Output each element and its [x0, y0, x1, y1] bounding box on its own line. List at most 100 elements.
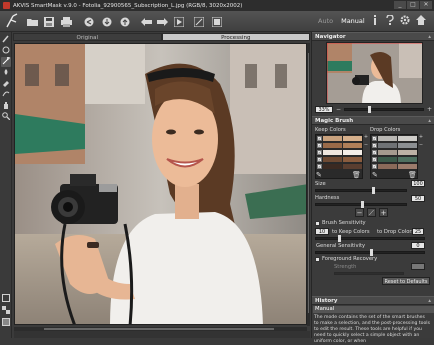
remove-color-icon[interactable]: −: [363, 142, 369, 148]
help-icon[interactable]: [384, 14, 396, 28]
mask-view-icon[interactable]: [1, 318, 11, 328]
size-slider[interactable]: [315, 187, 407, 194]
minimize-button[interactable]: _: [394, 1, 406, 9]
brush-shape-icon[interactable]: ⟋: [367, 208, 376, 217]
color-swatch[interactable]: [323, 150, 342, 155]
color-swatch[interactable]: [323, 143, 342, 148]
sensitivity-slider-knob[interactable]: [337, 235, 341, 242]
auto-mode-button[interactable]: Auto: [318, 17, 333, 25]
color-row-checkbox[interactable]: ✓: [372, 164, 377, 169]
manual-mode-button[interactable]: Manual: [341, 17, 365, 25]
home-icon[interactable]: [415, 15, 427, 28]
close-button[interactable]: ✕: [420, 1, 432, 9]
hardness-slider[interactable]: [315, 201, 407, 208]
size-slider-knob[interactable]: [371, 187, 375, 194]
color-row[interactable]: ✓: [372, 164, 418, 170]
collapse-icon[interactable]: ▴: [428, 117, 431, 125]
drop-sensitivity-input[interactable]: 25: [412, 228, 424, 235]
open-icon[interactable]: [26, 15, 39, 28]
color-row-checkbox[interactable]: ✓: [317, 136, 322, 141]
reset-defaults-button[interactable]: Reset to Defaults: [382, 277, 430, 285]
foreground-recovery-checkbox[interactable]: [315, 257, 320, 262]
decrease-icon[interactable]: −: [355, 208, 364, 217]
export-icon[interactable]: [118, 15, 131, 28]
color-row[interactable]: ✓: [372, 150, 418, 156]
color-row-checkbox[interactable]: ✓: [372, 157, 377, 162]
hand-icon[interactable]: [1, 101, 11, 111]
image-canvas[interactable]: [14, 43, 307, 325]
navigator-preview[interactable]: [326, 42, 423, 104]
sensitivity-slider[interactable]: [315, 235, 425, 242]
undo-icon[interactable]: [140, 15, 153, 28]
horizontal-scroll-thumb[interactable]: [44, 328, 274, 330]
vertical-scroll-thumb[interactable]: [308, 53, 309, 313]
add-color-icon[interactable]: +: [363, 134, 369, 140]
magic-brush-header[interactable]: Magic Brush ▴: [312, 116, 434, 125]
increase-icon[interactable]: +: [379, 208, 388, 217]
color-row-checkbox[interactable]: ✓: [372, 143, 377, 148]
history-header[interactable]: History ▴: [312, 296, 434, 305]
zoom-slider-knob[interactable]: [368, 105, 372, 113]
strength-input[interactable]: [411, 263, 425, 270]
eyedropper-drop-icon[interactable]: ✎: [372, 171, 378, 179]
background-icon[interactable]: [1, 306, 11, 316]
keep-sensitivity-input[interactable]: 10: [315, 228, 329, 235]
color-row-checkbox[interactable]: ✓: [372, 136, 377, 141]
zoom-value[interactable]: 33%: [315, 105, 333, 113]
color-swatch[interactable]: [378, 136, 397, 141]
info-icon[interactable]: [369, 15, 381, 28]
restore-brush-icon[interactable]: [1, 90, 11, 100]
import-icon[interactable]: [100, 15, 113, 28]
color-row-checkbox[interactable]: ✓: [317, 164, 322, 169]
color-swatch[interactable]: [323, 157, 342, 162]
color-row[interactable]: ✓: [317, 136, 363, 142]
remove-color-icon[interactable]: −: [418, 142, 424, 148]
color-row-checkbox[interactable]: ✓: [317, 143, 322, 148]
view-mode-icon[interactable]: [1, 294, 11, 304]
color-swatch[interactable]: [398, 157, 417, 162]
zoom-slider[interactable]: [344, 105, 424, 113]
crop-icon[interactable]: [192, 15, 205, 28]
color-row[interactable]: ✓: [372, 157, 418, 163]
hardness-slider-knob[interactable]: [361, 201, 364, 208]
color-row[interactable]: ✓: [317, 150, 363, 156]
color-row[interactable]: ✓: [372, 136, 418, 142]
color-swatch[interactable]: [323, 164, 342, 169]
tab-processing[interactable]: Processing: [161, 33, 310, 41]
color-row-checkbox[interactable]: ✓: [317, 157, 322, 162]
color-row[interactable]: ✓: [317, 157, 363, 163]
tab-original[interactable]: Original: [13, 33, 162, 41]
zoom-icon[interactable]: [1, 112, 11, 122]
color-swatch[interactable]: [378, 157, 397, 162]
print-icon[interactable]: [60, 15, 73, 28]
save-icon[interactable]: [42, 15, 55, 28]
color-row-checkbox[interactable]: ✓: [372, 150, 377, 155]
brush-sensitivity-checkbox[interactable]: [315, 221, 320, 226]
general-sensitivity-knob[interactable]: [370, 249, 373, 256]
strength-slider[interactable]: [334, 272, 404, 275]
color-swatch[interactable]: [398, 143, 417, 148]
add-color-icon[interactable]: +: [418, 134, 424, 140]
drop-brush-icon[interactable]: [1, 46, 11, 56]
color-swatch[interactable]: [378, 143, 397, 148]
settings-icon[interactable]: [399, 15, 411, 28]
keep-brush-icon[interactable]: [1, 35, 11, 45]
share-icon[interactable]: [82, 15, 95, 28]
run-icon[interactable]: [172, 15, 185, 28]
color-swatch[interactable]: [323, 136, 342, 141]
vertical-scrollbar[interactable]: [307, 43, 310, 326]
zoom-in-button[interactable]: +: [427, 106, 432, 113]
color-swatch[interactable]: [343, 164, 362, 169]
color-row[interactable]: ✓: [372, 143, 418, 149]
general-sensitivity-slider[interactable]: [315, 249, 425, 256]
color-swatch[interactable]: [398, 164, 417, 169]
preferences-icon[interactable]: [210, 15, 223, 28]
color-row[interactable]: ✓: [317, 143, 363, 149]
color-swatch[interactable]: [343, 150, 362, 155]
hardness-input[interactable]: 50: [411, 195, 425, 202]
general-sensitivity-input[interactable]: 0: [411, 242, 425, 249]
color-swatch[interactable]: [343, 136, 362, 141]
redo-icon[interactable]: [156, 15, 169, 28]
magic-brush-icon[interactable]: [1, 57, 11, 67]
delete-drop-icon[interactable]: 🗑: [408, 171, 417, 179]
